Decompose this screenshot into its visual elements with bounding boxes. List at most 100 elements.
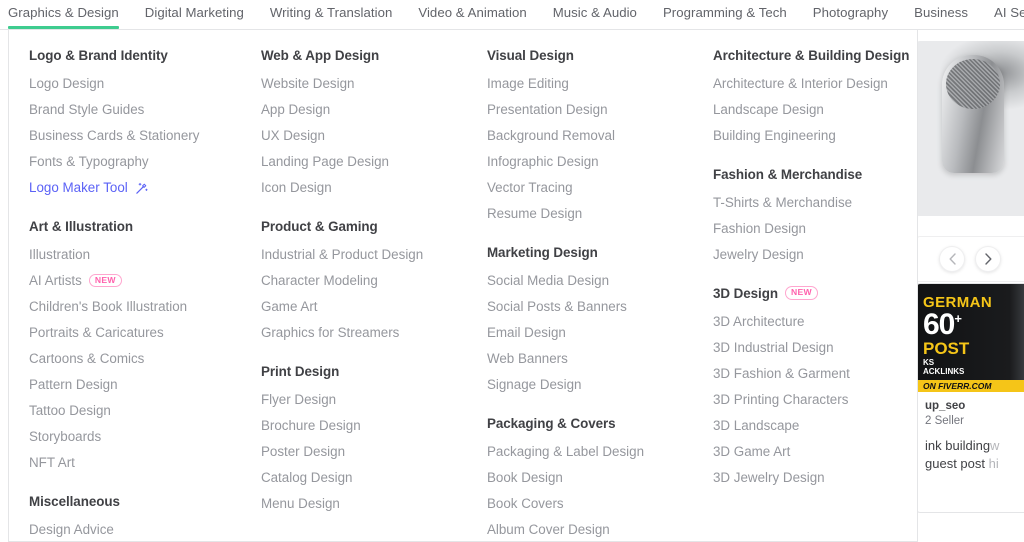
menu-link-label: Children's Book Illustration <box>29 299 188 314</box>
menu-link-3d-fashion-garment[interactable]: 3D Fashion & Garment <box>713 361 917 387</box>
menu-link-label: Packaging & Label Design <box>486 444 645 459</box>
menu-link-social-media-design[interactable]: Social Media Design <box>487 268 695 294</box>
nav-item-digital-marketing[interactable]: Digital Marketing <box>145 0 244 29</box>
menu-link-business-cards-stationery[interactable]: Business Cards & Stationery <box>29 123 241 149</box>
menu-link-image-editing[interactable]: Image Editing <box>487 71 695 97</box>
ad-line-5: ACKLINKS <box>923 367 965 376</box>
ad-line-6: ON FIVERR.COM <box>917 380 1024 392</box>
menu-link-label: Brand Style Guides <box>29 102 145 117</box>
menu-link-tattoo-design[interactable]: Tattoo Design <box>29 398 241 424</box>
menu-link-pattern-design[interactable]: Pattern Design <box>29 372 241 398</box>
menu-link-social-posts-banners[interactable]: Social Posts & Banners <box>487 294 695 320</box>
menu-link-brochure-design[interactable]: Brochure Design <box>261 413 468 439</box>
menu-link-label: 3D Industrial Design <box>712 340 834 355</box>
menu-link-game-art[interactable]: Game Art <box>261 294 468 320</box>
menu-link-portraits-caricatures[interactable]: Portraits & Caricatures <box>29 320 241 346</box>
menu-link-label: Social Posts & Banners <box>486 299 627 314</box>
menu-link-label: Vector Tracing <box>486 180 573 195</box>
menu-link-3d-industrial-design[interactable]: 3D Industrial Design <box>713 335 917 361</box>
menu-link-jewelry-design[interactable]: Jewelry Design <box>713 242 917 268</box>
menu-link-architecture-interior-design[interactable]: Architecture & Interior Design <box>713 71 917 97</box>
menu-link-3d-printing-characters[interactable]: 3D Printing Characters <box>713 387 917 413</box>
nav-item-programming-tech[interactable]: Programming & Tech <box>663 0 787 29</box>
menu-link-fonts-typography[interactable]: Fonts & Typography <box>29 149 241 175</box>
menu-link-label: Background Removal <box>486 128 615 143</box>
menu-link-web-banners[interactable]: Web Banners <box>487 346 695 372</box>
nav-item-photography[interactable]: Photography <box>813 0 888 29</box>
menu-group-3d-design: 3D Design NEW 3D Architecture 3D Industrial… <box>713 286 917 491</box>
menu-link-graphics-for-streamers[interactable]: Graphics for Streamers <box>261 320 468 346</box>
menu-link-landing-page-design[interactable]: Landing Page Design <box>261 149 468 175</box>
menu-link-poster-design[interactable]: Poster Design <box>261 439 468 465</box>
menu-link-ai-artists[interactable]: AI Artists NEW <box>29 268 241 294</box>
menu-link-signage-design[interactable]: Signage Design <box>487 372 695 398</box>
nav-item-music-audio[interactable]: Music & Audio <box>553 0 637 29</box>
nav-item-video-animation[interactable]: Video & Animation <box>418 0 526 29</box>
nav-item-business[interactable]: Business <box>914 0 968 29</box>
menu-link-label: Pattern Design <box>29 377 118 392</box>
menu-link-3d-landscape[interactable]: 3D Landscape <box>713 413 917 439</box>
menu-link-storyboards[interactable]: Storyboards <box>29 424 241 450</box>
menu-link-3d-architecture[interactable]: 3D Architecture <box>713 309 917 335</box>
chevron-right-icon <box>984 253 991 265</box>
menu-link-industrial-product-design[interactable]: Industrial & Product Design <box>261 242 468 268</box>
carousel-prev-button[interactable] <box>939 246 965 272</box>
menu-link-label: Building Engineering <box>712 128 836 143</box>
graphics-design-mega-menu: Logo & Brand Identity Logo Design Brand St… <box>8 30 918 542</box>
menu-link-album-cover-design[interactable]: Album Cover Design <box>487 517 695 542</box>
group-heading-packaging-covers: Packaging & Covers <box>487 416 695 431</box>
menu-link-building-engineering[interactable]: Building Engineering <box>713 123 917 149</box>
ad-gig-title[interactable]: ink buildingw guest post hi <box>917 427 1024 472</box>
menu-link-label: Graphics for Streamers <box>260 325 400 340</box>
group-heading-3d-design: 3D Design NEW <box>713 286 917 301</box>
ad-line-3: POST <box>923 339 970 358</box>
menu-link-character-modeling[interactable]: Character Modeling <box>261 268 468 294</box>
menu-link-email-design[interactable]: Email Design <box>487 320 695 346</box>
menu-link-label: Presentation Design <box>486 102 608 117</box>
menu-link-label: Social Media Design <box>486 273 610 288</box>
menu-link-fashion-design[interactable]: Fashion Design <box>713 216 917 242</box>
menu-link-children-s-book-illustration[interactable]: Children's Book Illustration <box>29 294 241 320</box>
menu-column-3: Visual Design Image Editing Presentation D… <box>468 48 695 541</box>
menu-link-design-advice[interactable]: Design Advice <box>29 517 241 542</box>
menu-link-illustration[interactable]: Illustration <box>29 242 241 268</box>
seller-level: 2 Seller <box>925 415 964 427</box>
menu-link-book-covers[interactable]: Book Covers <box>487 491 695 517</box>
ad-thumbnail: GERMAN 60+ POST KS ACKLINKS ON FIVERR.CO… <box>917 284 1024 392</box>
menu-link-presentation-design[interactable]: Presentation Design <box>487 97 695 123</box>
menu-link-flyer-design[interactable]: Flyer Design <box>261 387 468 413</box>
carousel-next-button[interactable] <box>975 246 1001 272</box>
nav-item-ai-services[interactable]: AI Services <box>994 0 1024 29</box>
background-gig-card-ad[interactable]: GERMAN 60+ POST KS ACKLINKS ON FIVERR.CO… <box>916 283 1024 513</box>
menu-link-app-design[interactable]: App Design <box>261 97 468 123</box>
menu-link-resume-design[interactable]: Resume Design <box>487 201 695 227</box>
group-heading-art-illustration: Art & Illustration <box>29 219 241 234</box>
menu-group-architecture-building-design: Architecture & Building Design Architectu… <box>713 48 917 149</box>
menu-link-nft-art[interactable]: NFT Art <box>29 450 241 476</box>
menu-link-landscape-design[interactable]: Landscape Design <box>713 97 917 123</box>
menu-group-art-illustration: Art & Illustration Illustration AI Artists… <box>29 219 241 476</box>
menu-link-website-design[interactable]: Website Design <box>261 71 468 97</box>
menu-link-brand-style-guides[interactable]: Brand Style Guides <box>29 97 241 123</box>
menu-link-menu-design[interactable]: Menu Design <box>261 491 468 517</box>
menu-link-label: 3D Landscape <box>712 418 800 433</box>
menu-link-catalog-design[interactable]: Catalog Design <box>261 465 468 491</box>
menu-link-packaging-label-design[interactable]: Packaging & Label Design <box>487 439 695 465</box>
background-gig-card-microphone[interactable] <box>916 41 1024 226</box>
menu-link-t-shirts-merchandise[interactable]: T-Shirts & Merchandise <box>713 190 917 216</box>
menu-link-3d-game-art[interactable]: 3D Game Art <box>713 439 917 465</box>
menu-link-label: Web Banners <box>486 351 568 366</box>
menu-link-label: Portraits & Caricatures <box>29 325 164 340</box>
menu-link-background-removal[interactable]: Background Removal <box>487 123 695 149</box>
menu-link-book-design[interactable]: Book Design <box>487 465 695 491</box>
menu-link-3d-jewelry-design[interactable]: 3D Jewelry Design <box>713 465 917 491</box>
nav-item-writing-translation[interactable]: Writing & Translation <box>270 0 392 29</box>
menu-link-ux-design[interactable]: UX Design <box>261 123 468 149</box>
menu-link-icon-design[interactable]: Icon Design <box>261 175 468 201</box>
nav-item-graphics-design[interactable]: Graphics & Design <box>8 0 119 29</box>
menu-link-infographic-design[interactable]: Infographic Design <box>487 149 695 175</box>
menu-link-logo-design[interactable]: Logo Design <box>29 71 241 97</box>
menu-link-cartoons-comics[interactable]: Cartoons & Comics <box>29 346 241 372</box>
menu-link-logo-maker-tool[interactable]: Logo Maker Tool <box>29 175 241 201</box>
menu-link-vector-tracing[interactable]: Vector Tracing <box>487 175 695 201</box>
